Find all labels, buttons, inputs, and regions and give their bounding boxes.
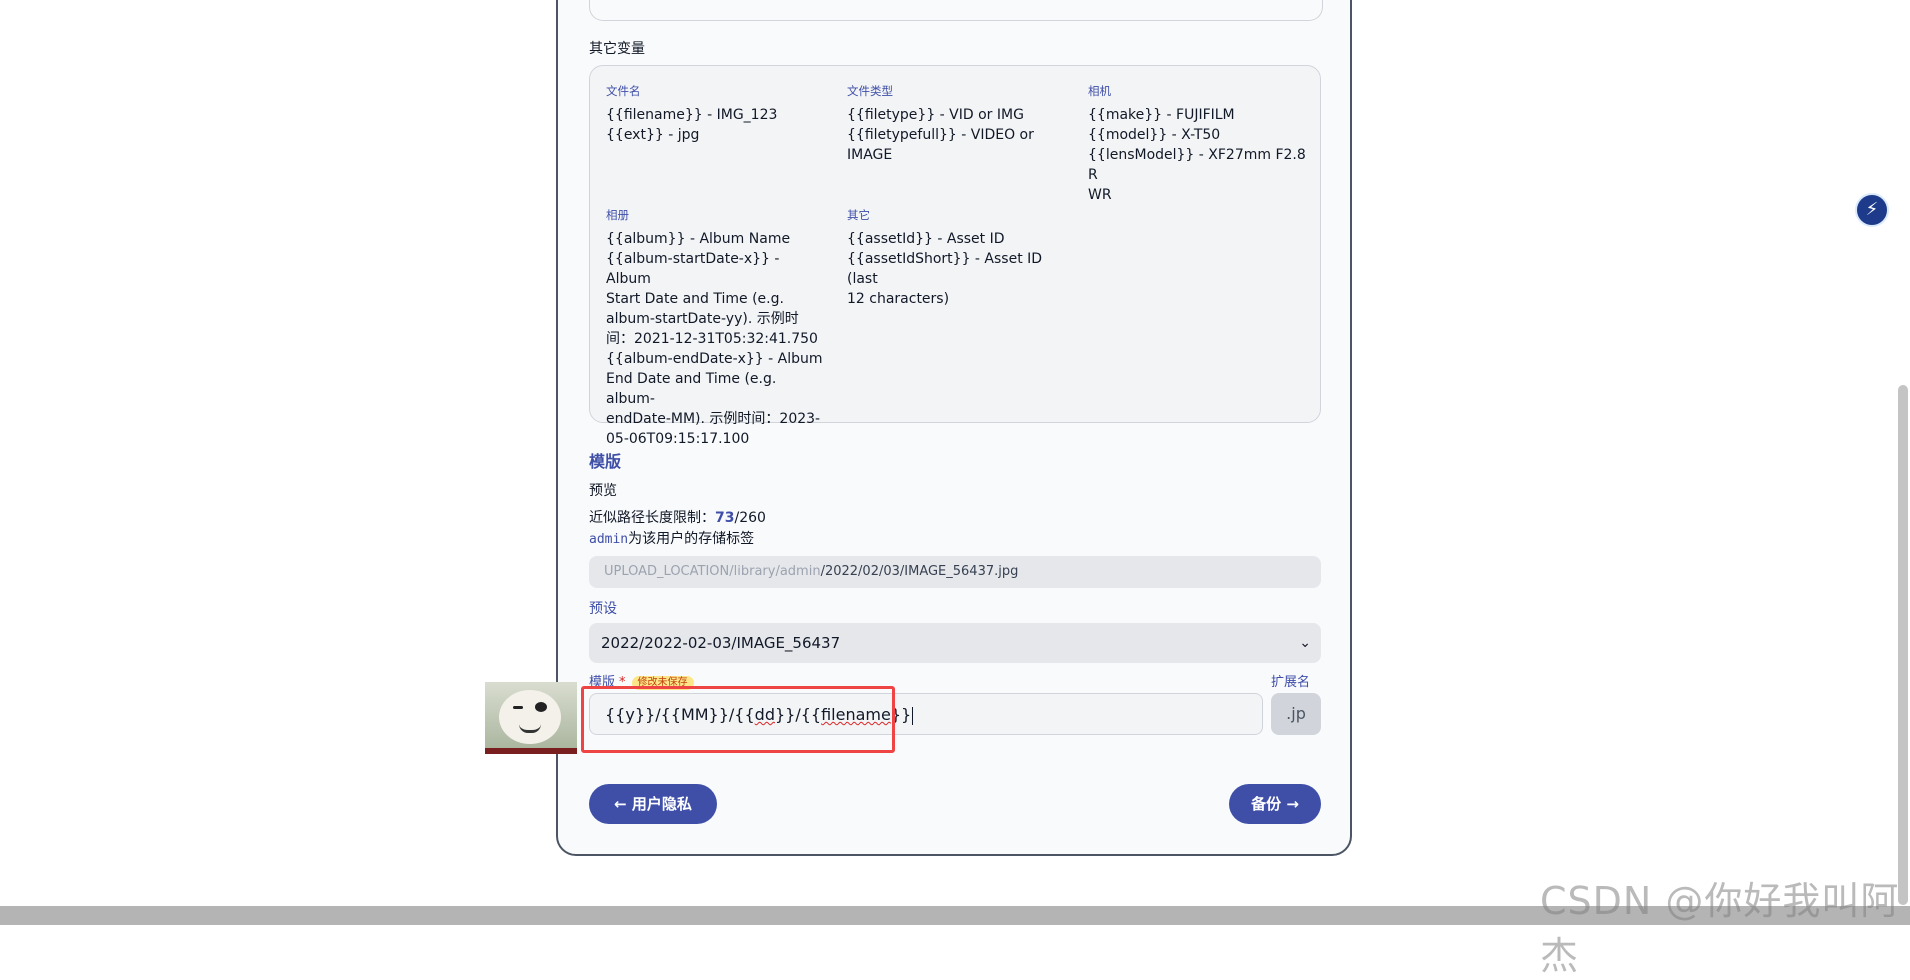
storage-label-note: admin为该用户的存储标签 <box>589 528 754 548</box>
var-line: WR <box>1088 187 1112 203</box>
limit-value: 73 <box>715 510 735 526</box>
var-group-filetype: 文件类型 {{filetype}} - VID or IMG {{filetyp… <box>847 83 1067 165</box>
var-line: End Date and Time (e.g. album- <box>606 371 777 407</box>
var-line: IMAGE <box>847 147 893 163</box>
extension-label: 扩展名 <box>1271 675 1311 690</box>
var-line: {{ext}} - jpg <box>606 127 700 143</box>
meme-face-image <box>485 682 577 754</box>
var-line: {{filetype}} - VID or IMG <box>847 107 1024 123</box>
var-group-filename: 文件名 {{filename}} - IMG_123 {{ext}} - jpg <box>606 83 826 145</box>
preset-label: 预设 <box>589 601 617 617</box>
previous-section-box <box>589 0 1323 21</box>
var-group-other: 其它 {{assetId}} - Asset ID {{assetIdShort… <box>847 207 1067 309</box>
limit-prefix: 近似路径长度限制： <box>589 510 715 526</box>
var-group-header: 相机 <box>1088 84 1111 98</box>
path-length-limit: 近似路径长度限制：73/260 <box>589 507 766 527</box>
var-group-album: 相册 {{album}} - Album Name {{album-startD… <box>606 207 826 449</box>
text-caret <box>912 706 914 725</box>
chevron-down-icon: ⌄ <box>1299 635 1311 651</box>
var-group-camera: 相机 {{make}} - FUJIFILM {{model}} - X-T50… <box>1088 83 1308 205</box>
watermark: CSDN @你好我叫阿杰 <box>1540 879 1900 978</box>
path-prefix: UPLOAD_LOCATION/library/admin <box>604 564 821 579</box>
var-line: {{filetypefull}} - VIDEO or <box>847 127 1034 143</box>
var-line: {{model}} - X-T50 <box>1088 127 1221 143</box>
variables-box: 文件名 {{filename}} - IMG_123 {{ext}} - jpg… <box>589 65 1321 447</box>
var-line: 间：2021-12-31T05:32:41.750 <box>606 331 818 347</box>
path-preview: UPLOAD_LOCATION/library/admin/2022/02/03… <box>589 556 1321 588</box>
other-variables-title: 其它变量 <box>589 41 645 57</box>
var-line: endDate-MM). 示例时间：2023- <box>606 411 821 427</box>
var-group-header: 文件类型 <box>847 84 893 98</box>
var-line: {{make}} - FUJIFILM <box>1088 107 1235 123</box>
storage-suffix: 为该用户的存储标签 <box>628 531 755 547</box>
var-line: {{album-endDate-x}} - Album <box>606 351 823 367</box>
next-button[interactable]: 备份 → <box>1229 784 1321 824</box>
limit-total: /260 <box>734 510 766 526</box>
vertical-scrollbar[interactable] <box>1898 385 1908 905</box>
var-line: {{album}} - Album Name <box>606 231 791 247</box>
preset-select[interactable]: 2022/2022-02-03/IMAGE_56437 ⌄ <box>589 623 1321 663</box>
var-line: {{assetIdShort}} - Asset ID (last <box>847 251 1043 287</box>
var-line: album-startDate-yy). 示例时 <box>606 311 799 327</box>
var-line: {{album-startDate-x}} - Album <box>606 251 780 287</box>
var-line: 12 characters) <box>847 291 950 307</box>
var-group-header: 文件名 <box>606 84 641 98</box>
var-line: {{filename}} - IMG_123 <box>606 107 778 123</box>
var-group-header: 相册 <box>606 208 629 222</box>
extension-field[interactable]: .jp <box>1271 693 1321 735</box>
var-line: {{assetId}} - Asset ID <box>847 231 1005 247</box>
var-line: {{lensModel}} - XF27mm F2.8 R <box>1088 147 1306 183</box>
var-group-header: 其它 <box>847 208 870 222</box>
preview-label: 预览 <box>589 483 617 499</box>
var-line: Start Date and Time (e.g. <box>606 291 784 307</box>
template-section-title: 模版 <box>589 452 622 471</box>
annotation-highlight-box <box>581 686 895 753</box>
preset-value: 2022/2022-02-03/IMAGE_56437 <box>601 634 841 652</box>
back-button[interactable]: ← 用户隐私 <box>589 784 717 824</box>
lightning-icon[interactable]: ⚡ <box>1855 193 1889 227</box>
var-line: 05-06T09:15:17.100 <box>606 431 750 447</box>
storage-user: admin <box>589 532 629 547</box>
path-value: /2022/02/03/IMAGE_56437.jpg <box>820 564 1019 579</box>
